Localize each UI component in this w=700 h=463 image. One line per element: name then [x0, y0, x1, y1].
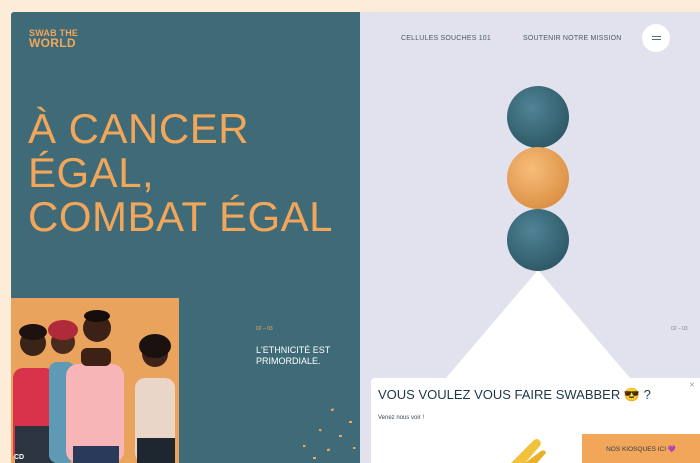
slide-text-line-2: PRIMORDIALE.: [256, 356, 321, 366]
hamburger-menu-icon: [651, 35, 661, 42]
group-photo: CD: [11, 298, 179, 463]
close-icon[interactable]: ×: [689, 380, 695, 391]
slide-counter-right: 02 – 03: [671, 326, 688, 332]
slide-text: L'ETHNICITÉ EST PRIMORDIALE.: [256, 345, 330, 367]
photo-credit-badge: CD: [14, 454, 25, 461]
slide-counter-left: 02 – 03: [256, 326, 273, 332]
popup-title: VOUS VOULEZ VOUS FAIRE SWABBER 😎 ?: [378, 387, 651, 402]
popup-subtitle: Venez nous voir !: [378, 415, 425, 421]
hand-illustration: [511, 439, 546, 463]
decorative-confetti-dots: [303, 408, 356, 459]
left-panel: SWAB THE WORLD À CANCER ÉGAL, COMBAT ÉGA…: [11, 12, 360, 463]
group-photo-illustration: [13, 310, 175, 463]
menu-button[interactable]: [642, 24, 670, 52]
hero-line-3: COMBAT ÉGAL: [28, 193, 334, 240]
hero-line-1: À CANCER: [28, 105, 250, 152]
hero-headline: À CANCER ÉGAL, COMBAT ÉGAL: [28, 107, 333, 239]
slide-text-line-1: L'ETHNICITÉ EST: [256, 345, 331, 355]
hero-line-2: ÉGAL,: [28, 149, 155, 196]
brand-logo-line2: WORLD: [29, 36, 76, 50]
kiosks-button[interactable]: NOS KIOSQUES ICI 💜: [582, 434, 700, 463]
nav-link-cellules[interactable]: CELLULES SOUCHES 101: [401, 35, 491, 42]
nav-link-soutenir[interactable]: SOUTENIR NOTRE MISSION: [523, 35, 622, 42]
page-frame: SWAB THE WORLD À CANCER ÉGAL, COMBAT ÉGA…: [11, 12, 700, 463]
swab-popup: VOUS VOULEZ VOUS FAIRE SWABBER 😎 ? × Ven…: [371, 378, 700, 463]
brand-logo[interactable]: SWAB THE WORLD: [29, 28, 78, 50]
